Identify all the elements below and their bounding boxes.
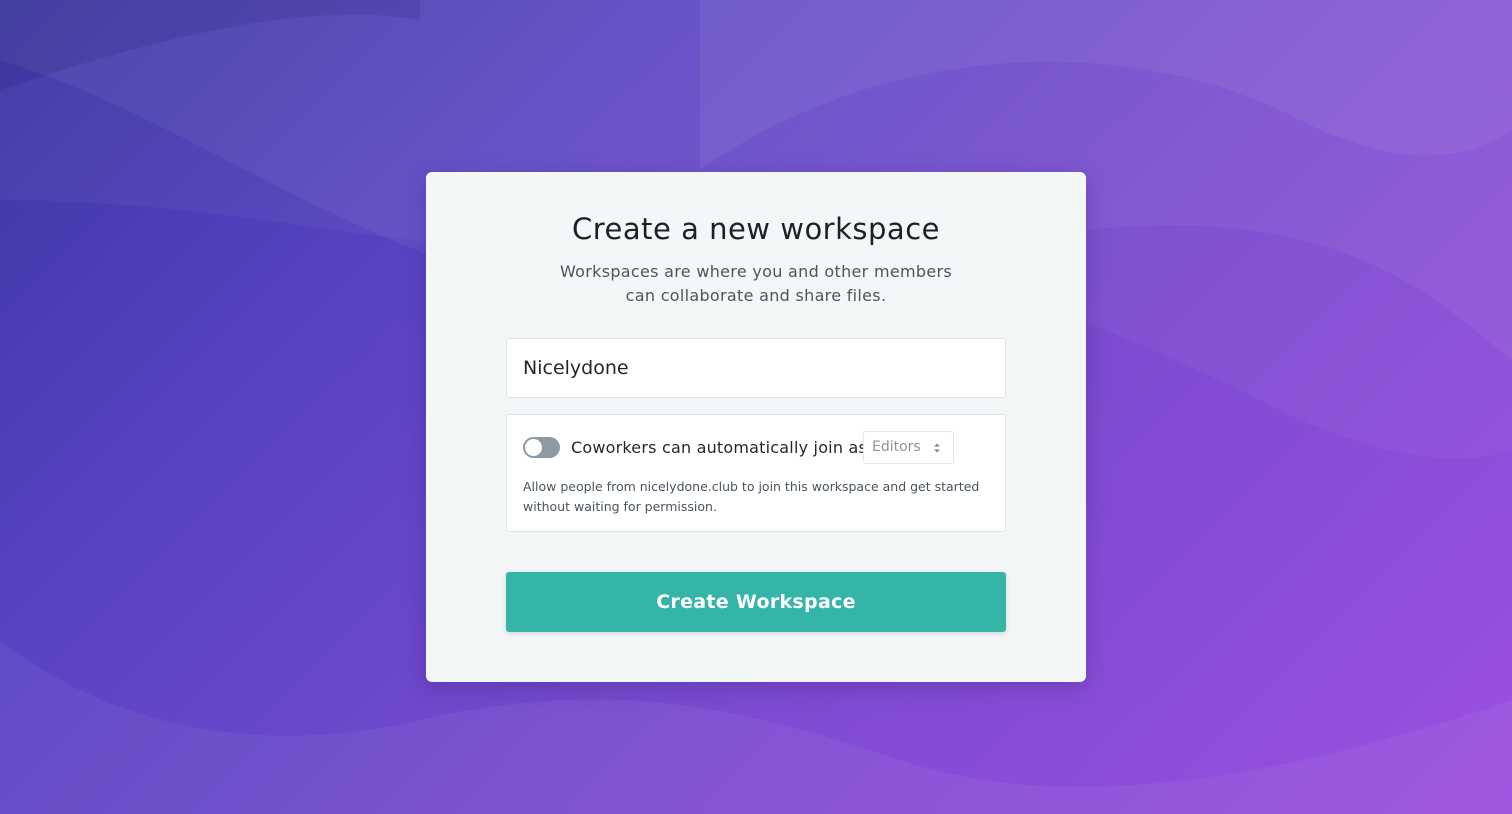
role-select[interactable]: Editors [863,431,954,464]
dialog-subtitle: Workspaces are where you and other membe… [426,260,1086,308]
auto-join-toggle[interactable] [523,437,560,458]
auto-join-label: Coworkers can automatically join as [571,438,867,457]
auto-join-hint: Allow people from nicelydone.club to joi… [523,477,983,517]
subtitle-line-1: Workspaces are where you and other membe… [560,262,952,281]
subtitle-line-2: can collaborate and share files. [625,286,887,305]
workspace-name-input[interactable] [506,338,1006,398]
role-select-value: Editors [872,439,921,455]
create-workspace-dialog: Create a new workspace Workspaces are wh… [426,172,1086,682]
create-workspace-button[interactable]: Create Workspace [506,572,1006,632]
dialog-title: Create a new workspace [572,212,940,246]
toggle-knob [525,439,542,456]
hint-line-2: without waiting for permission. [523,499,717,514]
hint-line-1: Allow people from nicelydone.club to joi… [523,479,980,494]
updown-chevron-icon [934,443,940,453]
auto-join-options: Coworkers can automatically join as Edit… [506,414,1006,532]
